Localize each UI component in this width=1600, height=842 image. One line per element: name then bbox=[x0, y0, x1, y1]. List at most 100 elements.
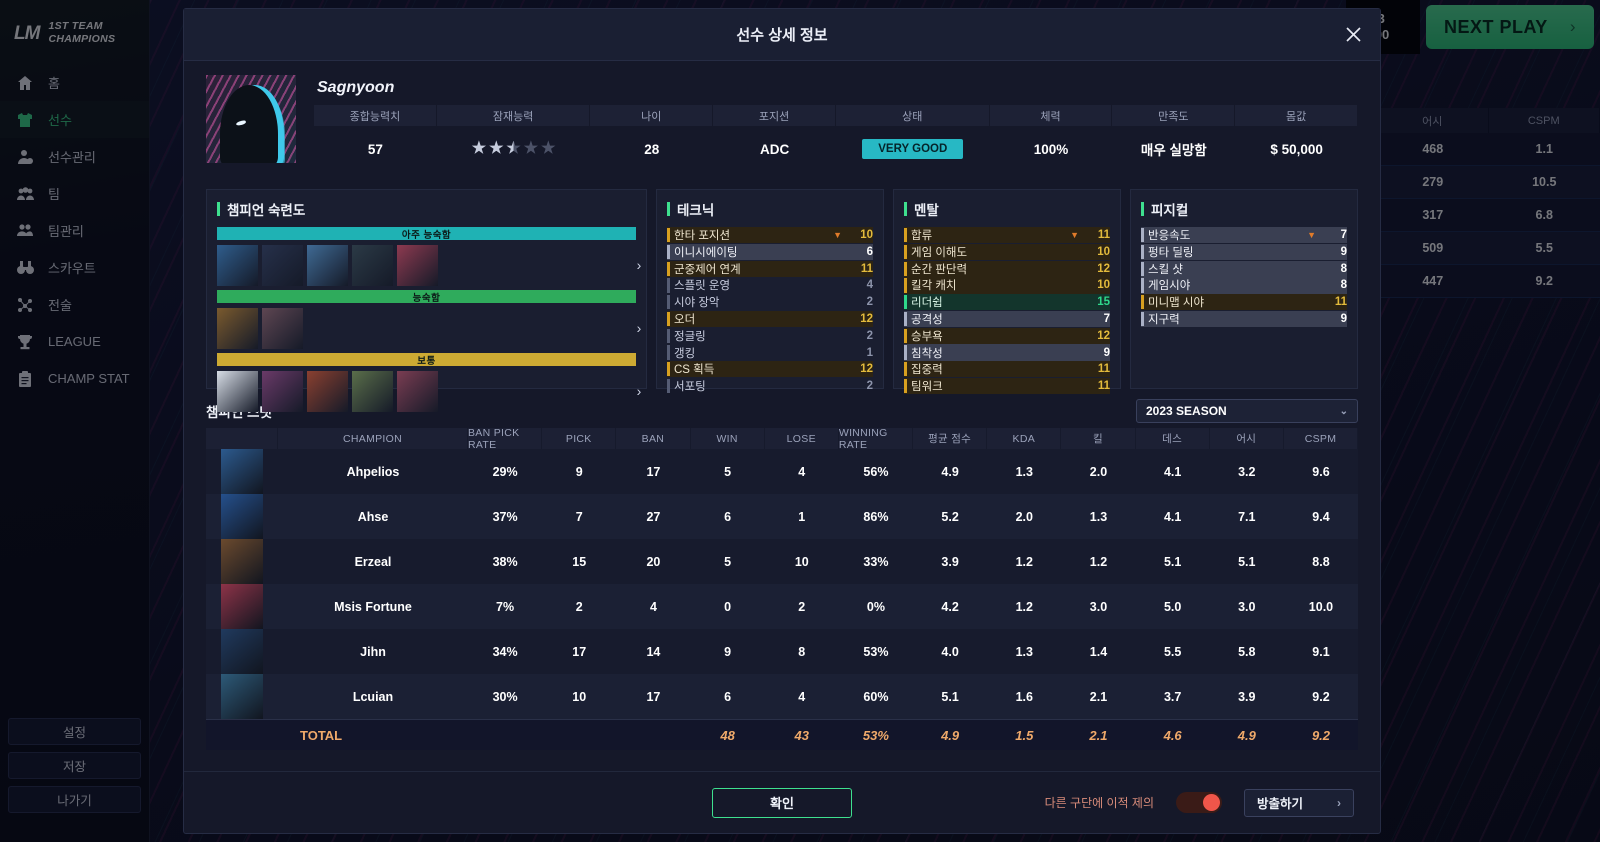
champion-icon[interactable] bbox=[352, 371, 393, 412]
stat-row-mental-7: 승부욕12 bbox=[904, 328, 1110, 344]
champion-stats-col-header-1 bbox=[206, 428, 278, 449]
stat-row-mental-3: 순간 판단력12 bbox=[904, 261, 1110, 277]
header-accent-bar bbox=[904, 202, 907, 216]
stat-name: 순간 판단력 bbox=[911, 261, 1084, 277]
total-cell: 53% bbox=[839, 728, 913, 743]
modal-header: 선수 상세 정보 bbox=[184, 9, 1380, 61]
scroll-right-icon[interactable]: › bbox=[634, 257, 644, 273]
champion-stats-col-header-2: CHAMPION bbox=[278, 428, 468, 449]
champion-stat-cell: 37% bbox=[468, 510, 542, 524]
stat-name: CS 획득 bbox=[674, 361, 847, 377]
player-field-value: $ 50,000 bbox=[1270, 142, 1323, 157]
champion-icon[interactable] bbox=[397, 371, 438, 412]
total-cell: 9.2 bbox=[1284, 728, 1358, 743]
champion-stats-col-header-4: PICK bbox=[542, 428, 616, 449]
stat-row-technique-7: 정글링2 bbox=[667, 328, 873, 344]
attribute-panels: 챔피언 숙련도 아주 능숙함›능숙함‹›보통› 테크닉 한타 포지션▼10이니시… bbox=[206, 189, 1358, 389]
champion-icon[interactable] bbox=[217, 308, 258, 349]
stat-value: 2 bbox=[847, 330, 873, 342]
proficiency-icon-row: ‹› bbox=[217, 307, 636, 349]
champion-icon[interactable] bbox=[217, 245, 258, 286]
confirm-button[interactable]: 확인 bbox=[712, 788, 852, 818]
champion-stats-col-header-13: 어시 bbox=[1210, 428, 1284, 449]
stat-row-technique-2: 이니시에이팅6 bbox=[667, 244, 873, 260]
table-row[interactable]: Ahse37%7276186%5.22.01.34.17.19.4 bbox=[206, 494, 1358, 539]
player-header: Sagnyoon 종합능력치57잠재능력★★★★★나이28포지션ADC상태VER… bbox=[206, 75, 1358, 183]
stat-value: 12 bbox=[847, 363, 873, 375]
stat-name: 침착성 bbox=[911, 345, 1084, 361]
champion-thumbnail bbox=[221, 449, 263, 494]
star-icon: ★ bbox=[524, 141, 538, 157]
champion-stat-cell: 1.3 bbox=[987, 465, 1061, 479]
release-player-button[interactable]: 방출하기 › bbox=[1244, 789, 1354, 817]
champion-stat-cell: 4.1 bbox=[1136, 510, 1210, 524]
physical-title: 피지컬 bbox=[1151, 199, 1188, 219]
champion-stat-cell: 9 bbox=[691, 645, 765, 659]
proficiency-band: 아주 능숙함 bbox=[217, 227, 636, 240]
modal-body: Sagnyoon 종합능력치57잠재능력★★★★★나이28포지션ADC상태VER… bbox=[184, 61, 1380, 771]
champion-stat-cell: 1.3 bbox=[987, 645, 1061, 659]
scroll-right-icon[interactable]: › bbox=[634, 320, 644, 336]
close-icon[interactable] bbox=[1340, 22, 1366, 48]
table-row[interactable]: Jihn34%17149853%4.01.31.45.55.89.1 bbox=[206, 629, 1358, 674]
champion-stat-cell: 3.0 bbox=[1210, 600, 1284, 614]
stat-row-physical-5: 미니맵 시야11 bbox=[1141, 294, 1347, 310]
champion-name: Jihn bbox=[278, 645, 468, 659]
potential-stars: ★★★★★ bbox=[472, 141, 556, 157]
champion-name: Erzeal bbox=[278, 555, 468, 569]
stat-value: 10 bbox=[847, 229, 873, 241]
player-field-value: 57 bbox=[368, 142, 383, 157]
champion-icon[interactable] bbox=[397, 245, 438, 286]
stat-value: 11 bbox=[1084, 380, 1110, 392]
stat-row-mental-9: 집중력11 bbox=[904, 361, 1110, 377]
total-cell: 48 bbox=[691, 728, 765, 743]
stat-row-mental-8: 침착성9 bbox=[904, 344, 1110, 360]
stat-value: 12 bbox=[1084, 330, 1110, 342]
champion-icon[interactable] bbox=[262, 308, 303, 349]
modal-title: 선수 상세 정보 bbox=[736, 24, 827, 45]
champion-stat-cell: 34% bbox=[468, 645, 542, 659]
champion-icon[interactable] bbox=[217, 371, 258, 412]
star-icon: ★ bbox=[506, 141, 520, 157]
champion-stats-table-body: Ahpelios29%9175456%4.91.32.04.13.29.6Ahs… bbox=[206, 449, 1358, 719]
header-accent-bar bbox=[1141, 202, 1144, 216]
champion-stat-cell: 30% bbox=[468, 690, 542, 704]
champion-stat-cell: 86% bbox=[839, 510, 913, 524]
champion-icon[interactable] bbox=[307, 371, 348, 412]
table-row[interactable]: Erzeal38%152051033%3.91.21.25.15.18.8 bbox=[206, 539, 1358, 584]
stat-row-physical-3: 스킬 샷8 bbox=[1141, 261, 1347, 277]
champion-stat-cell: 15 bbox=[542, 555, 616, 569]
champion-stat-cell: 4.2 bbox=[913, 600, 987, 614]
technique-stat-list: 한타 포지션▼10이니시에이팅6군중제어 연계11스플릿 운영4시야 장악2오더… bbox=[667, 227, 873, 394]
scroll-right-icon[interactable]: › bbox=[634, 383, 644, 399]
transfer-offer-label: 다른 구단에 이적 제의 bbox=[1045, 794, 1154, 811]
champion-stat-cell: 1.2 bbox=[1061, 555, 1135, 569]
player-field-label: 만족도 bbox=[1112, 105, 1235, 126]
champion-icon[interactable] bbox=[352, 245, 393, 286]
stat-row-mental-5: 리더쉽15 bbox=[904, 294, 1110, 310]
table-row[interactable]: Ahpelios29%9175456%4.91.32.04.13.29.6 bbox=[206, 449, 1358, 494]
player-field-label: 나이 bbox=[590, 105, 713, 126]
player-info: Sagnyoon 종합능력치57잠재능력★★★★★나이28포지션ADC상태VER… bbox=[314, 75, 1358, 183]
stat-name: 킬각 캐치 bbox=[911, 277, 1084, 293]
champion-stat-cell: 9.4 bbox=[1284, 510, 1358, 524]
champion-icon[interactable] bbox=[262, 371, 303, 412]
champion-stat-cell: 2 bbox=[765, 600, 839, 614]
stat-name: 이니시에이팅 bbox=[674, 244, 847, 260]
champion-icon[interactable] bbox=[262, 245, 303, 286]
season-select[interactable]: 2023 SEASON ⌄ bbox=[1136, 399, 1358, 423]
toggle-knob bbox=[1203, 794, 1220, 811]
champion-name: Msis Fortune bbox=[278, 600, 468, 614]
transfer-offer-toggle[interactable] bbox=[1176, 792, 1222, 813]
player-field-label: 포지션 bbox=[713, 105, 836, 126]
champion-icon[interactable] bbox=[307, 245, 348, 286]
stat-value: 9 bbox=[1321, 246, 1347, 258]
table-row[interactable]: Lcuian30%10176460%5.11.62.13.73.99.2 bbox=[206, 674, 1358, 719]
stat-value: 8 bbox=[1321, 279, 1347, 291]
champion-stat-cell: 33% bbox=[839, 555, 913, 569]
proficiency-header: 챔피언 숙련도 bbox=[217, 199, 636, 219]
player-field-1: 종합능력치57 bbox=[314, 105, 437, 172]
champion-stat-cell: 17 bbox=[542, 645, 616, 659]
sort-caret-icon: ▼ bbox=[1307, 230, 1316, 240]
table-row[interactable]: Msis Fortune7%24020%4.21.23.05.03.010.0 bbox=[206, 584, 1358, 629]
